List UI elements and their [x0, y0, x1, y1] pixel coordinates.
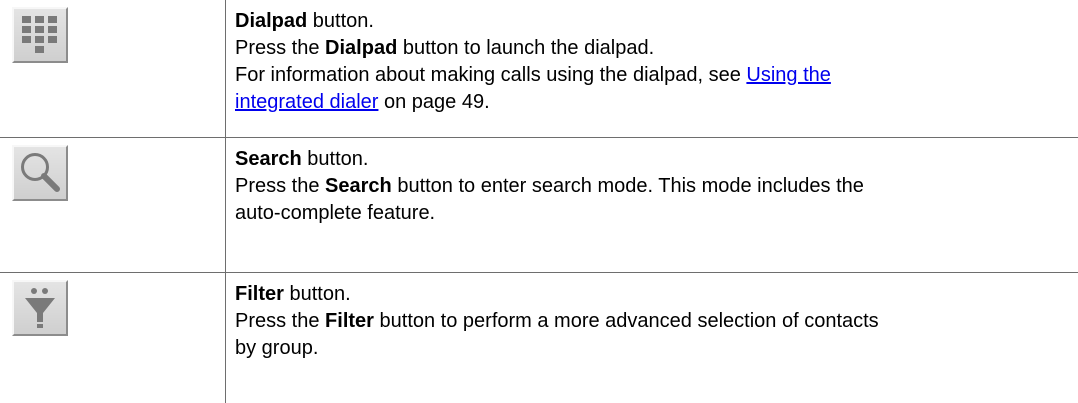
title-suffix: button. [307, 10, 374, 32]
description-line: integrated dialer on page 49. [235, 89, 1070, 116]
text-fragment: button to launch the dialpad. [397, 37, 654, 59]
text-fragment: For information about making calls using… [235, 64, 746, 86]
title-suffix: button. [302, 148, 369, 170]
description-title: Filter button. [235, 281, 1070, 308]
table-row-dialpad: Dialpad button. Press the Dialpad button… [0, 0, 1078, 138]
table-row-filter: Filter button. Press the Filter button t… [0, 273, 1078, 403]
text-fragment: button to enter search mode. This mode i… [392, 175, 864, 197]
description-cell: Search button. Press the Search button t… [226, 138, 1078, 273]
description-line: Press the Dialpad button to launch the d… [235, 35, 1070, 62]
button-name: Search [325, 175, 392, 197]
button-name: Filter [235, 283, 284, 305]
description-line: Press the Filter button to perform a mor… [235, 308, 1070, 335]
description-line: auto-complete feature. [235, 200, 1070, 227]
text-fragment: on page 49. [378, 91, 489, 113]
dialpad-icon [14, 9, 66, 61]
search-icon [14, 147, 66, 199]
integrated-dialer-link[interactable]: Using the [746, 64, 831, 86]
table-row-search: Search button. Press the Search button t… [0, 138, 1078, 273]
text-fragment: button to perform a more advanced select… [374, 310, 879, 332]
description-title: Dialpad button. [235, 8, 1070, 35]
icon-cell [0, 0, 226, 138]
icon-cell [0, 273, 226, 403]
button-name: Dialpad [235, 10, 307, 32]
description-line: by group. [235, 335, 1070, 362]
text-fragment: Press the [235, 37, 325, 59]
icon-cell [0, 138, 226, 273]
dialpad-button-image [12, 7, 68, 63]
search-button-image [12, 145, 68, 201]
button-name: Filter [325, 310, 374, 332]
button-name: Dialpad [325, 37, 397, 59]
description-cell: Dialpad button. Press the Dialpad button… [226, 0, 1078, 138]
text-fragment: Press the [235, 175, 325, 197]
description-line: Press the Search button to enter search … [235, 173, 1070, 200]
filter-button-image [12, 280, 68, 336]
button-name: Search [235, 148, 302, 170]
text-fragment: Press the [235, 310, 325, 332]
title-suffix: button. [284, 283, 351, 305]
filter-icon [14, 282, 66, 334]
integrated-dialer-link[interactable]: integrated dialer [235, 91, 378, 113]
button-reference-table: Dialpad button. Press the Dialpad button… [0, 0, 1078, 403]
description-line: For information about making calls using… [235, 62, 1070, 89]
description-cell: Filter button. Press the Filter button t… [226, 273, 1078, 403]
description-title: Search button. [235, 146, 1070, 173]
